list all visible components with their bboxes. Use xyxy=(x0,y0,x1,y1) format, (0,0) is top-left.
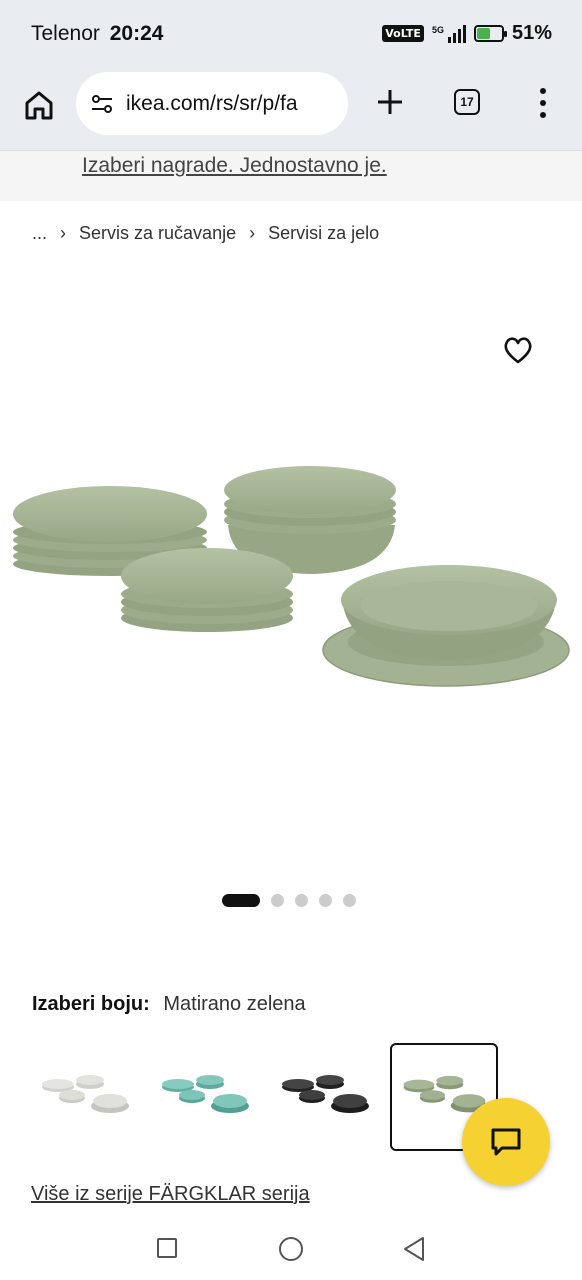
breadcrumb-item[interactable]: Servisi za jelo xyxy=(268,223,379,244)
carousel-indicator xyxy=(222,894,356,907)
carousel-dot[interactable] xyxy=(319,894,332,907)
new-tab-icon[interactable] xyxy=(374,86,406,118)
home-nav-icon[interactable] xyxy=(279,1237,303,1261)
clock: 20:24 xyxy=(109,22,164,45)
recent-apps-icon[interactable] xyxy=(157,1238,177,1258)
color-value: Matirano zelena xyxy=(163,993,306,1015)
breadcrumb-ellipsis[interactable]: ... xyxy=(32,223,47,244)
more-menu-icon[interactable] xyxy=(536,88,550,118)
browser-toolbar: ikea.com/rs/sr/p/fa 17 xyxy=(0,72,582,150)
chat-button[interactable] xyxy=(462,1098,550,1186)
swatch-dark-grey[interactable] xyxy=(270,1043,378,1151)
swatch-turquoise[interactable] xyxy=(150,1043,258,1151)
carousel-dot-active[interactable] xyxy=(222,894,260,907)
product-image[interactable] xyxy=(0,450,582,710)
plate-with-bowl xyxy=(322,565,570,687)
breadcrumb-item[interactable]: Servis za ručavanje xyxy=(79,223,236,244)
chevron-right-icon: › xyxy=(60,223,67,243)
promo-banner: Izaberi nagrade. Jednostavno je. xyxy=(0,150,582,201)
address-bar[interactable]: ikea.com/rs/sr/p/fa xyxy=(76,72,348,135)
chat-icon xyxy=(491,1128,521,1156)
carousel-dot[interactable] xyxy=(343,894,356,907)
site-settings-icon[interactable] xyxy=(90,92,114,116)
tab-switcher-button[interactable]: 17 xyxy=(454,89,480,115)
carousel-dot[interactable] xyxy=(295,894,308,907)
url-text[interactable]: ikea.com/rs/sr/p/fa xyxy=(126,92,338,116)
status-left: Telenor 20:24 xyxy=(31,22,163,46)
network-type: 5G xyxy=(431,24,444,35)
carousel-dot[interactable] xyxy=(271,894,284,907)
series-link[interactable]: Više iz serije FÄRGKLAR serija xyxy=(31,1183,310,1206)
swatch-white[interactable] xyxy=(30,1043,138,1151)
battery-fill xyxy=(476,28,491,39)
color-label: Izaberi boju: xyxy=(32,993,150,1015)
color-swatches xyxy=(30,1043,498,1151)
battery-icon xyxy=(473,25,507,42)
swatch-image xyxy=(282,1075,369,1113)
battery-percent: 51% xyxy=(511,22,552,44)
home-icon[interactable] xyxy=(22,88,56,122)
swatch-image xyxy=(162,1075,249,1113)
chevron-right-icon: › xyxy=(249,223,256,243)
heart-icon[interactable] xyxy=(502,335,534,365)
back-icon[interactable] xyxy=(402,1236,426,1262)
color-selection-label: Izaberi boju: Matirano zelena xyxy=(32,993,306,1016)
plate-stack-small xyxy=(121,548,293,632)
status-right: VoLTE 5G 51% xyxy=(382,22,552,45)
carrier-name: Telenor xyxy=(31,22,100,45)
status-bar: Telenor 20:24 VoLTE 5G 51% xyxy=(0,0,582,72)
volte-icon: VoLTE xyxy=(382,25,424,42)
promo-link[interactable]: Izaberi nagrade. Jednostavno je. xyxy=(82,154,387,178)
breadcrumb: ... › Servis za ručavanje › Servisi za j… xyxy=(32,223,379,244)
swatch-image xyxy=(42,1075,129,1113)
tab-count: 17 xyxy=(460,95,474,109)
signal-icon: 5G xyxy=(431,24,466,43)
system-nav-bar xyxy=(0,1212,582,1280)
